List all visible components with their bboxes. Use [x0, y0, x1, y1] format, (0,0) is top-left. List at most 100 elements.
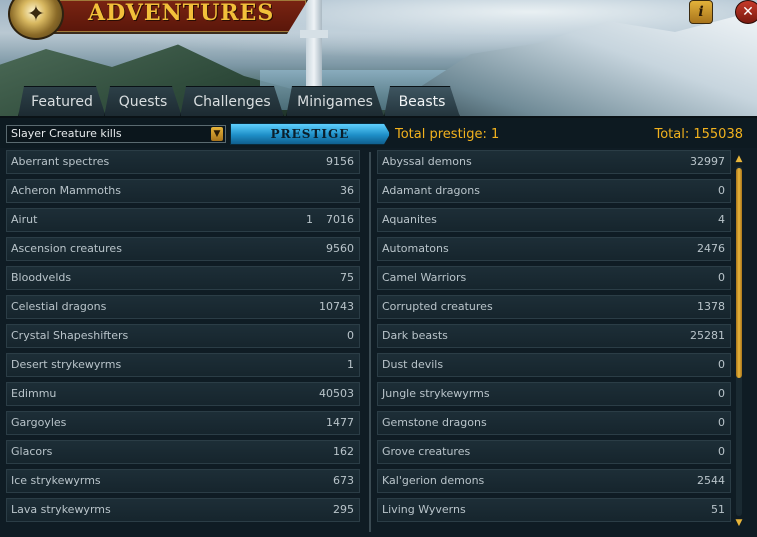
beast-name: Dark beasts: [382, 329, 448, 342]
scroll-down-arrow-icon[interactable]: ▼: [734, 518, 744, 528]
beast-row[interactable]: Lava strykewyrms 295: [6, 498, 360, 522]
beast-name: Crystal Shapeshifters: [11, 329, 129, 342]
beast-list-area: Aberrant spectres 9156 Acheron Mammoths 36…: [0, 148, 757, 537]
beast-kill-count: 295: [333, 503, 354, 516]
beast-name: Adamant dragons: [382, 184, 480, 197]
beast-kill-count: 9156: [326, 155, 354, 168]
beast-row[interactable]: Living Wyverns 51: [377, 498, 731, 522]
beast-row[interactable]: Corrupted creatures 1378: [377, 295, 731, 319]
beast-row[interactable]: Glacors 162: [6, 440, 360, 464]
beast-name: Acheron Mammoths: [11, 184, 122, 197]
beast-kill-count: 0: [718, 445, 725, 458]
beast-row[interactable]: Dark beasts 25281: [377, 324, 731, 348]
beast-row[interactable]: Desert strykewyrms 1: [6, 353, 360, 377]
beast-name: Airut: [11, 213, 38, 226]
chevron-down-icon[interactable]: ▼: [211, 127, 223, 141]
beast-row[interactable]: Crystal Shapeshifters 0: [6, 324, 360, 348]
info-icon[interactable]: i: [689, 0, 713, 24]
scrollbar[interactable]: ▲ ▼: [734, 154, 744, 528]
filter-dropdown[interactable]: Slayer Creature kills ▼: [6, 125, 226, 143]
beast-prestige-level: 1: [306, 213, 313, 226]
beast-row[interactable]: Gemstone dragons 0: [377, 411, 731, 435]
beast-kill-count: 673: [333, 474, 354, 487]
beast-name: Aquanites: [382, 213, 437, 226]
beast-kill-count: 25281: [690, 329, 725, 342]
beast-kill-count: 9560: [326, 242, 354, 255]
tab-minigames[interactable]: Minigames: [286, 86, 384, 117]
beast-column-right: Abyssal demons 32997 Adamant dragons 0 Aqu…: [377, 150, 731, 527]
beast-name: Desert strykewyrms: [11, 358, 122, 371]
total-prestige: Total prestige: 1: [395, 127, 500, 142]
beast-name: Corrupted creatures: [382, 300, 493, 313]
beast-name: Bloodvelds: [11, 271, 72, 284]
scroll-up-arrow-icon[interactable]: ▲: [734, 154, 744, 164]
column-divider: [369, 152, 371, 532]
tab-bar: Featured Quests Challenges Minigames Bea…: [0, 86, 757, 118]
filter-dropdown-value: Slayer Creature kills: [11, 127, 122, 140]
beast-name: Edimmu: [11, 387, 57, 400]
beast-row[interactable]: Aberrant spectres 9156: [6, 150, 360, 174]
beast-row[interactable]: Camel Warriors 0: [377, 266, 731, 290]
beast-row[interactable]: Kal'gerion demons 2544: [377, 469, 731, 493]
beast-row[interactable]: Dust devils 0: [377, 353, 731, 377]
tab-challenges[interactable]: Challenges: [180, 86, 284, 117]
beast-kill-count: 0: [718, 271, 725, 284]
beast-kill-count: 0: [718, 358, 725, 371]
tab-quests[interactable]: Quests: [104, 86, 182, 117]
beast-name: Camel Warriors: [382, 271, 467, 284]
tab-beasts[interactable]: Beasts: [384, 86, 460, 117]
beast-kill-count: 32997: [690, 155, 725, 168]
beast-row[interactable]: Adamant dragons 0: [377, 179, 731, 203]
beast-name: Ice strykewyrms: [11, 474, 101, 487]
beast-kill-count: 162: [333, 445, 354, 458]
beast-row[interactable]: Ascension creatures 9560: [6, 237, 360, 261]
beast-row[interactable]: Abyssal demons 32997: [377, 150, 731, 174]
beast-name: Kal'gerion demons: [382, 474, 485, 487]
beast-row[interactable]: Edimmu 40503: [6, 382, 360, 406]
beast-row[interactable]: Aquanites 4: [377, 208, 731, 232]
beast-kill-count: 1477: [326, 416, 354, 429]
beast-row[interactable]: Acheron Mammoths 36: [6, 179, 360, 203]
beast-column-left: Aberrant spectres 9156 Acheron Mammoths 36…: [6, 150, 360, 527]
beast-kill-count: 36: [340, 184, 354, 197]
beast-row[interactable]: Ice strykewyrms 673: [6, 469, 360, 493]
scroll-thumb[interactable]: [736, 168, 742, 378]
beast-kill-count: 7016: [326, 213, 354, 226]
beast-name: Aberrant spectres: [11, 155, 110, 168]
beast-kill-count: 75: [340, 271, 354, 284]
beast-kill-count: 2476: [697, 242, 725, 255]
total-kills: Total: 155038: [654, 127, 744, 142]
banner-tower: [300, 0, 328, 95]
window-title: ADVENTURES: [88, 0, 275, 26]
beast-kill-count: 0: [718, 416, 725, 429]
tab-featured[interactable]: Featured: [18, 86, 106, 117]
beast-kill-count: 1378: [697, 300, 725, 313]
beast-name: Glacors: [11, 445, 53, 458]
beast-row[interactable]: Celestial dragons 10743: [6, 295, 360, 319]
beast-kill-count: 10743: [319, 300, 354, 313]
beast-row[interactable]: Airut 1 7016: [6, 208, 360, 232]
close-icon[interactable]: ✕: [735, 0, 757, 24]
beast-kill-count: 4: [718, 213, 725, 226]
beast-name: Jungle strykewyrms: [382, 387, 490, 400]
beast-name: Gargoyles: [11, 416, 67, 429]
beast-kill-count: 0: [718, 387, 725, 400]
beast-name: Gemstone dragons: [382, 416, 487, 429]
beast-row[interactable]: Jungle strykewyrms 0: [377, 382, 731, 406]
beast-kill-count: 40503: [319, 387, 354, 400]
beast-name: Ascension creatures: [11, 242, 122, 255]
beast-name: Celestial dragons: [11, 300, 107, 313]
beast-row[interactable]: Gargoyles 1477: [6, 411, 360, 435]
beast-row[interactable]: Grove creatures 0: [377, 440, 731, 464]
beast-row[interactable]: Automatons 2476: [377, 237, 731, 261]
beast-kill-count: 0: [347, 329, 354, 342]
beast-row[interactable]: Bloodvelds 75: [6, 266, 360, 290]
beast-name: Lava strykewyrms: [11, 503, 111, 516]
beast-name: Dust devils: [382, 358, 444, 371]
beast-name: Living Wyverns: [382, 503, 466, 516]
prestige-button[interactable]: PRESTIGE: [230, 123, 390, 145]
beast-kill-count: 1: [347, 358, 354, 371]
beast-kill-count: 2544: [697, 474, 725, 487]
controls-bar: Slayer Creature kills ▼ PRESTIGE Total p…: [0, 118, 757, 148]
beast-kill-count: 0: [718, 184, 725, 197]
